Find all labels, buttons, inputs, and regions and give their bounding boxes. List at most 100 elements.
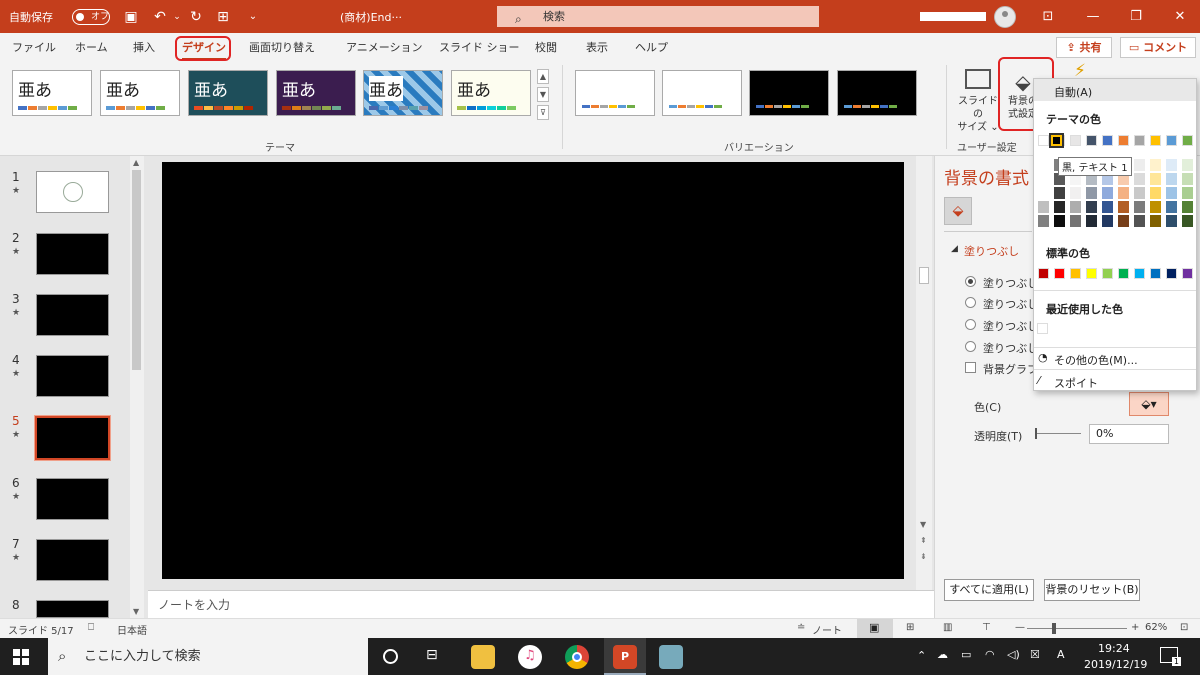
theme-shade-swatch[interactable] (1070, 187, 1081, 199)
theme-shade-swatch[interactable] (1150, 201, 1161, 213)
slide-thumbnail-selected[interactable] (34, 415, 111, 461)
standard-color-swatch[interactable] (1086, 268, 1097, 279)
theme-shade-swatch[interactable] (1118, 215, 1129, 227)
theme-color-swatch[interactable] (1070, 135, 1081, 146)
theme-shade-swatch[interactable] (1134, 187, 1145, 199)
slide-thumbnail[interactable] (36, 539, 109, 581)
theme-thumbnail[interactable]: 亜あ (363, 70, 443, 116)
tab-file[interactable]: ファイル (12, 39, 56, 55)
slide-thumbnail[interactable] (36, 355, 109, 397)
standard-color-swatch[interactable] (1182, 268, 1193, 279)
more-colors-option[interactable]: その他の色(M)... (1054, 352, 1138, 368)
clock-date[interactable]: 2019/12/19 (1084, 658, 1147, 671)
tab-help[interactable]: ヘルプ (635, 39, 668, 55)
theme-shade-swatch[interactable] (1134, 215, 1145, 227)
search-box[interactable]: ⌕ 検索 (497, 6, 819, 27)
tab-home[interactable]: ホーム (75, 39, 108, 55)
itunes-icon[interactable]: ♫ (518, 645, 542, 669)
comment-button[interactable]: ▭ コメント (1120, 37, 1196, 58)
theme-shade-swatch[interactable] (1166, 187, 1177, 199)
theme-shade-swatch[interactable] (1118, 187, 1129, 199)
standard-color-swatch[interactable] (1150, 268, 1161, 279)
fit-to-window-icon[interactable]: ⊡ (1180, 622, 1188, 633)
slide-thumbnail[interactable] (36, 600, 109, 618)
avatar[interactable] (994, 6, 1016, 28)
reading-view-icon[interactable]: ▥ (943, 622, 952, 633)
theme-shade-swatch[interactable] (1150, 215, 1161, 227)
notes-toggle[interactable]: ノート (812, 622, 842, 637)
theme-shade-swatch[interactable] (1166, 159, 1177, 171)
theme-thumbnail[interactable]: 亜あ (188, 70, 268, 116)
notes-icon[interactable]: ≐ (797, 622, 805, 633)
fill-icon[interactable]: ⬙ (944, 197, 972, 225)
close-icon[interactable]: ✕ (1170, 7, 1190, 27)
theme-shade-swatch[interactable] (1182, 215, 1193, 227)
variation-thumbnail[interactable] (749, 70, 829, 116)
transparency-input[interactable]: 0% (1089, 424, 1169, 444)
theme-shade-swatch[interactable] (1182, 173, 1193, 185)
theme-thumbnail[interactable]: 亜あ (100, 70, 180, 116)
slide-scrollbar[interactable]: ▼ ⇞ ⇟ (916, 156, 932, 590)
theme-shade-swatch[interactable] (1102, 215, 1113, 227)
theme-more[interactable]: ⊽ (537, 105, 549, 120)
theme-shade-swatch[interactable] (1134, 159, 1145, 171)
ribbon-display-icon[interactable]: ⊡ (1038, 7, 1058, 27)
slider-handle[interactable] (1035, 428, 1037, 439)
apply-all-button[interactable]: すべてに適用(L) (944, 579, 1034, 601)
theme-scroll-down[interactable]: ▼ (537, 87, 549, 102)
standard-color-swatch[interactable] (1070, 268, 1081, 279)
standard-color-swatch[interactable] (1038, 268, 1049, 279)
theme-shade-swatch[interactable] (1038, 173, 1049, 185)
file-explorer-icon[interactable] (471, 645, 495, 669)
slideshow-icon[interactable]: ⊤ (982, 622, 991, 633)
designer-icon[interactable]: ⚡ (1065, 63, 1095, 80)
theme-shade-swatch[interactable] (1182, 201, 1193, 213)
standard-color-swatch[interactable] (1166, 268, 1177, 279)
tab-slideshow[interactable]: スライド ショー (439, 39, 520, 55)
tab-view[interactable]: 表示 (586, 39, 608, 55)
zoom-handle[interactable] (1052, 623, 1056, 634)
minimize-icon[interactable]: — (1083, 7, 1103, 27)
theme-thumbnail[interactable]: 亜あ (12, 70, 92, 116)
slide-thumbnail[interactable] (36, 171, 109, 213)
theme-color-swatch[interactable] (1134, 135, 1145, 146)
theme-shade-swatch[interactable] (1134, 201, 1145, 213)
paint-icon[interactable] (659, 645, 683, 669)
standard-color-swatch[interactable] (1054, 268, 1065, 279)
theme-shade-swatch[interactable] (1166, 215, 1177, 227)
theme-thumbnail[interactable]: 亜あ (276, 70, 356, 116)
theme-shade-swatch[interactable] (1054, 187, 1065, 199)
theme-color-swatch[interactable] (1118, 135, 1129, 146)
network-icon[interactable]: ◠ (985, 648, 995, 661)
notification-icon[interactable]: 1 (1160, 647, 1181, 666)
user-name[interactable] (920, 12, 986, 21)
battery-icon[interactable]: ▭ (961, 648, 971, 661)
slide-thumbnail[interactable] (36, 233, 109, 275)
reset-background-button[interactable]: 背景のリセット(B) (1044, 579, 1140, 601)
theme-shade-swatch[interactable] (1070, 215, 1081, 227)
security-icon[interactable]: ☒ (1030, 648, 1040, 661)
zoom-level[interactable]: 62% (1145, 622, 1167, 633)
autosave-toggle[interactable]: オフ (72, 9, 110, 25)
chrome-icon[interactable] (565, 645, 589, 669)
theme-shade-swatch[interactable] (1182, 159, 1193, 171)
taskbar-search[interactable]: ⌕ ここに入力して検索 (48, 638, 368, 675)
theme-color-swatch[interactable] (1166, 135, 1177, 146)
theme-shade-swatch[interactable] (1038, 215, 1049, 227)
theme-thumbnail[interactable]: 亜あ (451, 70, 531, 116)
theme-shade-swatch[interactable] (1150, 187, 1161, 199)
theme-shade-swatch[interactable] (1166, 201, 1177, 213)
thumbnail-scrollbar[interactable]: ▲ ▼ (130, 156, 144, 618)
fill-option-radio[interactable] (965, 276, 976, 287)
zoom-slider[interactable] (1027, 628, 1127, 629)
fill-option-radio[interactable] (965, 319, 976, 330)
theme-shade-swatch[interactable] (1086, 201, 1097, 213)
theme-shade-swatch[interactable] (1086, 215, 1097, 227)
clock-time[interactable]: 19:24 (1098, 642, 1130, 655)
theme-shade-swatch[interactable] (1102, 187, 1113, 199)
tab-insert[interactable]: 挿入 (133, 39, 155, 55)
variation-thumbnail[interactable] (575, 70, 655, 116)
save-icon[interactable]: ▣ (121, 7, 141, 27)
color-picker-button[interactable]: ⬙▾ (1129, 392, 1169, 416)
language[interactable]: 日本語 (117, 622, 147, 637)
